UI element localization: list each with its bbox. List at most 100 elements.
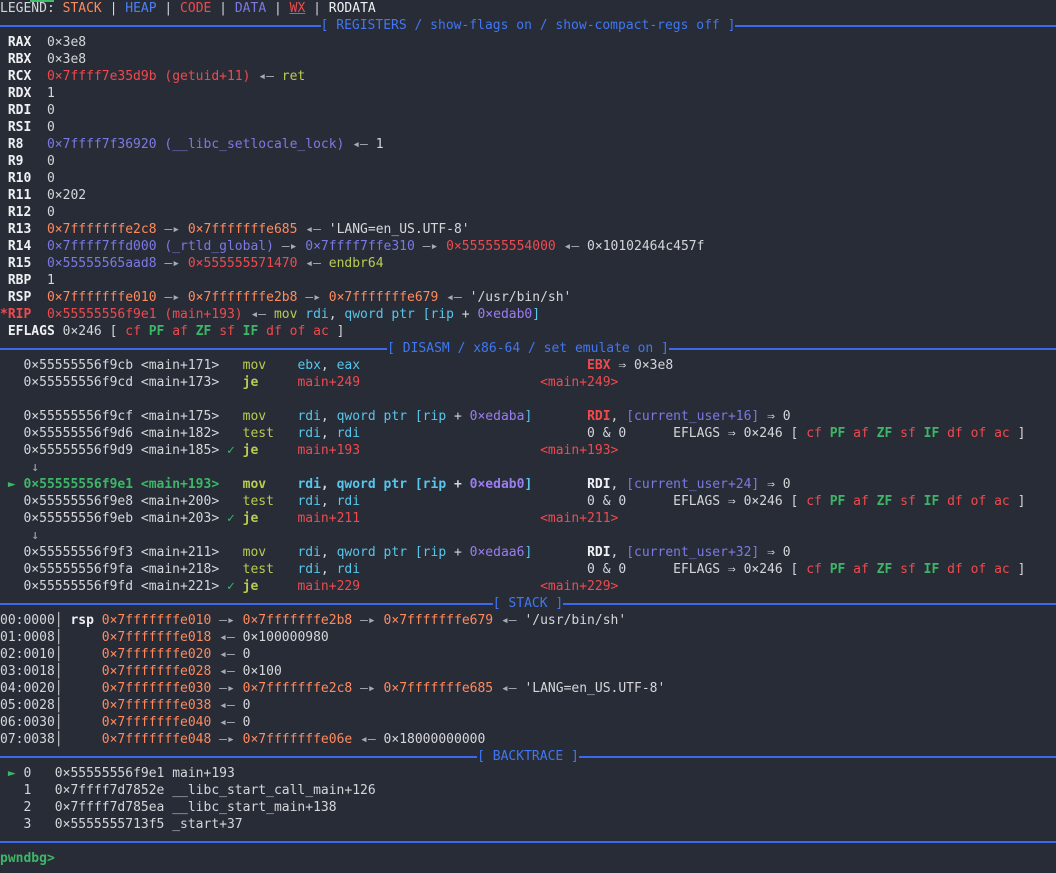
text	[266, 358, 297, 373]
flag-unset: sf	[900, 426, 923, 441]
stack-offset: 05:0028	[0, 698, 55, 713]
operand: qword ptr [rip	[337, 477, 447, 492]
address: 0×55555556f9d6 <main+182>	[0, 426, 243, 441]
register-row-r12: R12 0	[0, 204, 1056, 221]
flag-set: IF	[243, 324, 266, 339]
disasm-row-main-218: 0×55555556f9fa <main+218> test rdi, rdi …	[0, 561, 1056, 578]
flag-set: ZF	[877, 562, 900, 577]
register-row-r8: R8 0×7ffff7f36920 (__libc_setlocale_lock…	[0, 136, 1056, 153]
disasm-row-main-175: 0×55555556f9cf <main+175> mov rdi, qword…	[0, 408, 1056, 425]
frame-location: 0×55555556f9e1 main+193	[55, 766, 235, 781]
register-name: R8	[0, 137, 47, 152]
disasm-row-main-221: 0×55555556f9fd <main+221> ✓ je main+229 …	[0, 578, 1056, 595]
text	[31, 766, 54, 781]
deref-arrow: ◂—	[438, 290, 469, 305]
address: 0×55555556f9f3 <main+211>	[0, 545, 243, 560]
stack-row-05: 05:0028│ 0×7fffffffe038 ◂— 0	[0, 697, 1056, 714]
frame-location: 0×5555555713f5 _start+37	[55, 817, 243, 832]
stack-address: 0×7fffffffe010	[102, 613, 212, 628]
flag-unset: df	[947, 494, 970, 509]
jump-target: main+229	[297, 579, 360, 594]
register-value: 0	[47, 120, 55, 135]
section-title: [ REGISTERS / show-flags on / show-compa…	[321, 17, 736, 34]
register-row-r13: R13 0×7fffffffe2c8 —▸ 0×7fffffffe685 ◂— …	[0, 221, 1056, 238]
stack-row-03: 03:0018│ 0×7fffffffe028 ◂— 0×100	[0, 663, 1056, 680]
text	[266, 409, 297, 424]
stack-row-04: 04:0020│ 0×7fffffffe030 —▸ 0×7fffffffe2c…	[0, 680, 1056, 697]
backtrace-frame-1: 1 0×7ffff7d7852e __libc_start_call_main+…	[0, 782, 1056, 799]
jump-target: main+211	[297, 511, 360, 526]
flag-unset: ac	[994, 562, 1017, 577]
mnemonic: test	[243, 426, 274, 441]
backtrace-header: [ BACKTRACE ]	[0, 748, 1056, 765]
frame-number: 3	[0, 817, 55, 832]
prompt-line[interactable]: pwndbg>	[0, 850, 1056, 867]
disasm-flow-arrow: ↓	[0, 459, 1056, 476]
prompt-section: pwndbg>	[0, 833, 1056, 867]
code-address: 0×555555571470	[188, 256, 298, 271]
flag-set: IF	[924, 426, 947, 441]
disasm-flow-arrow: ↓	[0, 527, 1056, 544]
stack-address: 0×7fffffffe010	[47, 290, 157, 305]
deref-arrow: ◂—	[297, 222, 328, 237]
prompt-label: pwndbg>	[0, 851, 55, 866]
register-name: RSP	[0, 290, 47, 305]
text: ]	[337, 324, 345, 339]
branch-taken-check: ✓	[227, 443, 235, 458]
flag-set: IF	[924, 494, 947, 509]
text: |	[157, 1, 180, 16]
flag-unset: af	[853, 562, 876, 577]
annotation-eflags: 0 & 0 EFLAGS ⇒ 0×246 [	[587, 426, 806, 441]
stack-offset: 04:0020	[0, 681, 55, 696]
disasm-panel: [ DISASM / x86-64 / set emulate on ] 0×5…	[0, 340, 1056, 595]
register-value: 0	[47, 205, 55, 220]
register-name: R11	[0, 188, 47, 203]
register-row-rsp: RSP 0×7fffffffe010 —▸ 0×7fffffffe2b8 —▸ …	[0, 289, 1056, 306]
stack-row-07: 07:0038│ 0×7fffffffe048 —▸ 0×7fffffffe06…	[0, 731, 1056, 748]
branch-taken-check: ✓	[227, 511, 235, 526]
flag-unset: of	[971, 426, 994, 441]
operand: rdi	[297, 409, 320, 424]
text	[532, 477, 587, 492]
annotation-symbol: [current_user+32]	[626, 545, 759, 560]
deref-arrow: —▸	[157, 256, 188, 271]
stack-address: 0×7fffffffe685	[384, 681, 494, 696]
stack-offset: 01:0008	[0, 630, 55, 645]
register-row-rbx: RBX 0×3e8	[0, 51, 1056, 68]
backtrace-frame-3: 3 0×5555555713f5 _start+37	[0, 816, 1056, 833]
register-row-eflags: EFLAGS 0×246 [ cf PF af ZF sf IF df of a…	[0, 323, 1056, 340]
register-row-r11: R11 0×202	[0, 187, 1056, 204]
register-name: RDX	[0, 86, 47, 101]
deref-arrow: —▸	[297, 290, 328, 305]
deref-arrow: ◂—	[493, 681, 524, 696]
offset: 0×edaba	[470, 409, 525, 424]
value: 0	[243, 647, 251, 662]
disasm-row-main-211: 0×55555556f9f3 <main+211> mov rdi, qword…	[0, 544, 1056, 561]
stack-row-01: 01:0008│ 0×7fffffffe018 ◂— 0×100000980	[0, 629, 1056, 646]
address: 0×55555556f9e8 <main+200>	[0, 494, 243, 509]
address: 0×55555556f9d9 <main+185>	[0, 443, 227, 458]
stack-row-06: 06:0030│ 0×7fffffffe040 ◂— 0	[0, 714, 1056, 731]
text	[360, 375, 540, 390]
text: +	[454, 307, 477, 322]
string-value: '/usr/bin/sh'	[470, 290, 572, 305]
stack-address: 0×7fffffffe2b8	[188, 290, 298, 305]
register-name: *RIP	[0, 307, 47, 322]
text	[258, 375, 297, 390]
annotation-target: <main+193>	[540, 443, 618, 458]
deref-arrow: —▸	[415, 239, 446, 254]
deref-arrow: —▸	[352, 681, 383, 696]
deref-arrow: ◂—	[211, 664, 242, 679]
register-row-rsi: RSI 0	[0, 119, 1056, 136]
stack-offset: 03:0018	[0, 664, 55, 679]
registers-panel: [ REGISTERS / show-flags on / show-compa…	[0, 17, 1056, 340]
text: ,	[321, 494, 337, 509]
deref-arrow: ◂—	[211, 698, 242, 713]
register-value: 0×202	[47, 188, 86, 203]
register-row-rdx: RDX 1	[0, 85, 1056, 102]
backtrace-frame-2: 2 0×7ffff7d785ea __libc_start_main+138	[0, 799, 1056, 816]
stack-address: 0×7fffffffe2c8	[243, 681, 353, 696]
stack-address: 0×7fffffffe020	[102, 647, 212, 662]
flag-unset: ac	[313, 324, 336, 339]
flag-set: ZF	[877, 494, 900, 509]
